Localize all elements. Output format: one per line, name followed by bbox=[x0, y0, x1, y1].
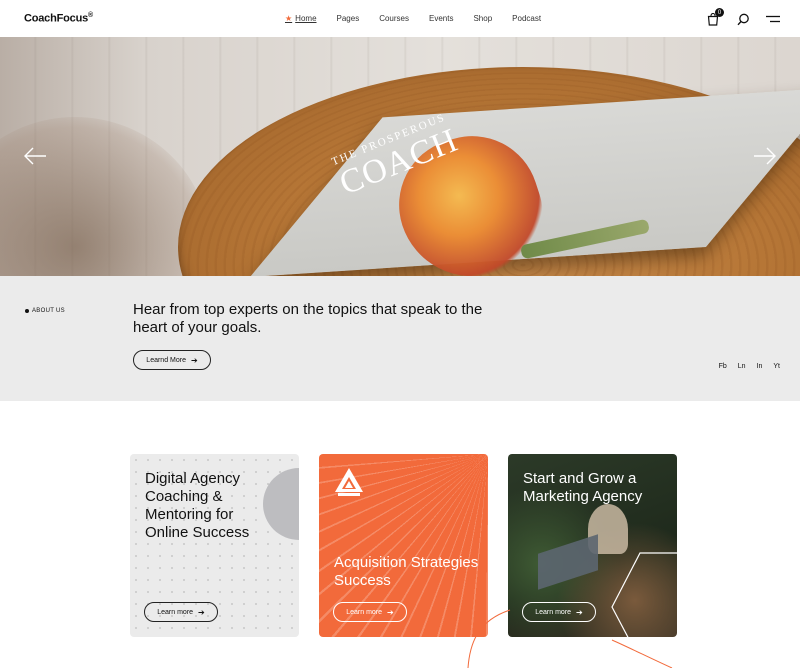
card-title: Acquisition Strategies Success bbox=[334, 554, 479, 589]
decorative-circle bbox=[263, 468, 299, 540]
arrow-right-icon bbox=[754, 147, 776, 165]
card-button-label: Learn more bbox=[535, 608, 572, 616]
nav-item-label: Home bbox=[295, 14, 317, 23]
social-link-instagram[interactable]: In bbox=[757, 363, 763, 370]
social-links: Fb Ln In Yt bbox=[708, 363, 780, 370]
cart-button[interactable]: 0 bbox=[704, 8, 724, 28]
card-button-label: Learn more bbox=[346, 608, 383, 616]
card-learn-more-button[interactable]: Learn more ➔ bbox=[522, 602, 596, 622]
menu-icon bbox=[766, 15, 780, 23]
service-card: Digital Agency Coaching & Mentoring for … bbox=[130, 454, 299, 637]
arrow-left-icon bbox=[24, 147, 46, 165]
site-header: CoachFocus® ★ Home Pages Courses Events S… bbox=[0, 0, 800, 37]
card-title: Start and Grow a Marketing Agency bbox=[523, 470, 643, 505]
nav-item-events[interactable]: Events bbox=[429, 14, 453, 23]
main-nav: ★ Home Pages Courses Events Shop Podcast bbox=[285, 14, 561, 23]
nav-item-shop[interactable]: Shop bbox=[473, 14, 492, 23]
card-learn-more-button[interactable]: Learn more ➔ bbox=[333, 602, 407, 622]
about-label-text: ABOUT US bbox=[32, 308, 65, 314]
nav-item-podcast[interactable]: Podcast bbox=[512, 14, 541, 23]
hero-slider: THE PROSPEROUS COACH bbox=[0, 37, 800, 276]
learn-more-label: Learnd More bbox=[146, 356, 186, 364]
laptop-photo bbox=[538, 534, 598, 590]
header-actions: 0 bbox=[692, 8, 782, 28]
card-title: Digital Agency Coaching & Mentoring for … bbox=[145, 470, 250, 541]
brand-logo[interactable]: CoachFocus® bbox=[24, 12, 93, 25]
learn-more-button[interactable]: Learnd More ➔ bbox=[133, 350, 211, 370]
nav-item-courses[interactable]: Courses bbox=[379, 14, 409, 23]
service-card: Start and Grow a Marketing Agency Learn … bbox=[508, 454, 677, 637]
social-link-youtube[interactable]: Yt bbox=[773, 363, 780, 370]
about-label: ABOUT US bbox=[25, 308, 65, 314]
cart-count-badge: 0 bbox=[715, 8, 724, 17]
brand-registered-mark: ® bbox=[88, 12, 93, 19]
arrow-right-icon: ➔ bbox=[191, 355, 198, 365]
card-learn-more-button[interactable]: Learn more ➔ bbox=[144, 602, 218, 622]
triangle-logo-icon bbox=[335, 468, 363, 496]
card-button-label: Learn more bbox=[157, 608, 194, 616]
social-link-linkedin[interactable]: Ln bbox=[738, 363, 746, 370]
social-link-facebook[interactable]: Fb bbox=[719, 363, 727, 370]
about-section: ABOUT US Hear from top experts on the to… bbox=[0, 276, 800, 401]
search-icon bbox=[736, 13, 749, 25]
brand-name: CoachFocus bbox=[24, 12, 89, 25]
star-icon: ★ bbox=[285, 14, 293, 23]
arrow-right-icon: ➔ bbox=[576, 607, 583, 617]
bullet-dot bbox=[25, 309, 29, 313]
nav-item-home[interactable]: ★ Home bbox=[285, 14, 317, 23]
arrow-right-icon: ➔ bbox=[387, 607, 394, 617]
nav-item-pages[interactable]: Pages bbox=[337, 14, 360, 23]
slider-next-button[interactable] bbox=[753, 147, 777, 165]
menu-button[interactable] bbox=[764, 10, 782, 28]
arrow-right-icon: ➔ bbox=[198, 607, 205, 617]
service-card: Acquisition Strategies Success Learn mor… bbox=[319, 454, 488, 637]
slider-prev-button[interactable] bbox=[23, 147, 47, 165]
search-button[interactable] bbox=[734, 10, 752, 28]
about-heading: Hear from top experts on the topics that… bbox=[133, 301, 483, 336]
